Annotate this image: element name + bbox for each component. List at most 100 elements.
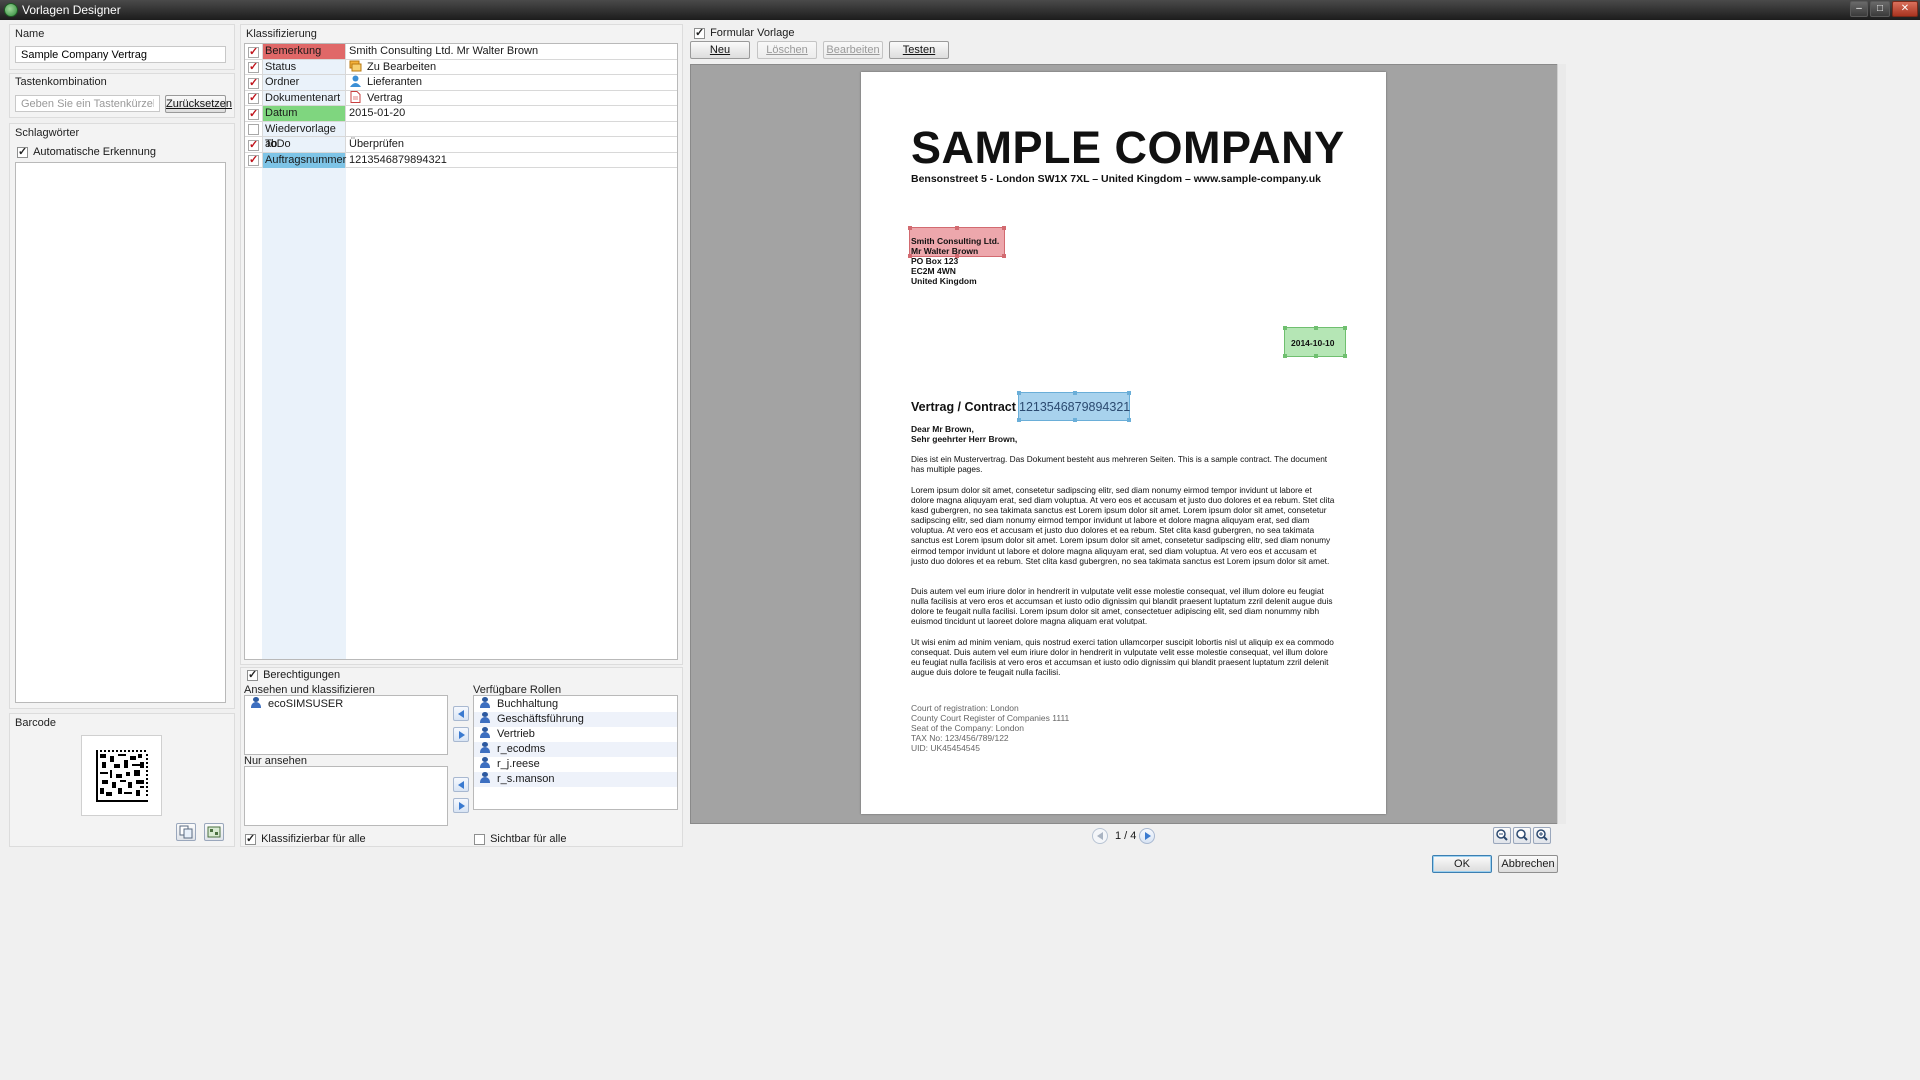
preview-scrollbar[interactable]: [1557, 64, 1566, 824]
list-item[interactable]: Geschäftsführung: [474, 712, 677, 727]
zoom-out-button[interactable]: [1493, 827, 1511, 844]
form-template-checkbox[interactable]: [694, 26, 705, 39]
app-icon: [4, 3, 18, 17]
classification-row[interactable]: Auftragsnummer1213546879894321: [245, 152, 677, 168]
field-value[interactable]: 2015-01-20: [349, 106, 405, 121]
keywords-label: Schlagwörter: [15, 127, 80, 139]
auto-detect-option[interactable]: Automatische Erkennung: [17, 145, 156, 158]
classification-row[interactable]: DokumentenartVertrag: [245, 90, 677, 106]
classification-row[interactable]: OrdnerLieferanten: [245, 75, 677, 91]
keywords-list[interactable]: [15, 162, 226, 703]
company-address: Bensonstreet 5 - London SW1X 7XL – Unite…: [911, 173, 1321, 185]
name-input[interactable]: [15, 46, 226, 63]
maximize-button[interactable]: □: [1870, 1, 1890, 17]
view-classify-list[interactable]: ecoSIMSUSER: [244, 695, 448, 755]
list-item[interactable]: r_ecodms: [474, 742, 677, 757]
next-page-button[interactable]: [1139, 828, 1155, 844]
minimize-button[interactable]: –: [1850, 1, 1868, 17]
close-button[interactable]: ✕: [1892, 1, 1918, 17]
document-icon: [350, 90, 361, 103]
field-checkbox[interactable]: [248, 60, 259, 74]
visible-all-checkbox[interactable]: [474, 833, 485, 845]
title-bar: Vorlagen Designer – □ ✕: [0, 0, 1920, 20]
field-value[interactable]: 1213546879894321: [349, 153, 447, 168]
classification-row[interactable]: BemerkungSmith Consulting Ltd. Mr Walter…: [245, 44, 677, 60]
field-checkbox[interactable]: [248, 153, 259, 167]
list-item[interactable]: r_s.manson: [474, 772, 677, 787]
field-value[interactable]: Überprüfen: [349, 137, 404, 152]
role-icon: [479, 772, 491, 783]
classification-row[interactable]: Datum2015-01-20: [245, 106, 677, 122]
reset-shortcut-button[interactable]: Zurücksetzen: [165, 95, 232, 113]
remove-from-classify-button[interactable]: [453, 727, 469, 742]
add-to-classify-button[interactable]: [453, 706, 469, 721]
test-button[interactable]: Testen: [889, 41, 949, 59]
field-value[interactable]: Smith Consulting Ltd. Mr Walter Brown: [349, 44, 538, 59]
ok-button[interactable]: OK: [1432, 855, 1492, 873]
classification-grid: BemerkungSmith Consulting Ltd. Mr Walter…: [244, 43, 678, 660]
list-item[interactable]: r_j.reese: [474, 757, 677, 772]
field-value[interactable]: Zu Bearbeiten: [349, 60, 436, 75]
new-button[interactable]: Neu: [690, 41, 750, 59]
paragraph: Dies ist ein Mustervertrag. Das Dokument…: [911, 454, 1328, 475]
shortcut-label: Tastenkombination: [15, 76, 107, 88]
barcode-image-icon: [207, 826, 221, 838]
list-item[interactable]: Vertrieb: [474, 727, 677, 742]
field-value[interactable]: Lieferanten: [349, 75, 422, 90]
remove-from-view-button[interactable]: [453, 798, 469, 813]
delete-button[interactable]: Löschen: [757, 41, 817, 59]
form-template-label: Formular Vorlage: [710, 27, 795, 39]
permissions-checkbox[interactable]: [247, 668, 258, 681]
add-to-view-button[interactable]: [453, 777, 469, 792]
shortcut-input[interactable]: [15, 95, 160, 112]
edit-button[interactable]: Bearbeiten: [823, 41, 883, 59]
copy-icon: [179, 825, 193, 839]
role-icon: [250, 697, 262, 708]
classification-row[interactable]: Wiedervorlage ab: [245, 121, 677, 150]
arrow-left-icon: [458, 710, 464, 718]
document-page: SAMPLE COMPANY Bensonstreet 5 - London S…: [861, 72, 1386, 814]
document-footer: Court of registration: London County Cou…: [911, 703, 1070, 754]
visible-all-option[interactable]: Sichtbar für alle: [474, 833, 567, 845]
field-name: Auftragsnummer: [262, 152, 346, 168]
field-name: Wiedervorlage ab: [262, 121, 346, 150]
field-checkbox[interactable]: [248, 138, 259, 151]
list-item[interactable]: ecoSIMSUSER: [245, 697, 447, 712]
classification-row[interactable]: StatusZu Bearbeiten: [245, 59, 677, 75]
classify-all-option[interactable]: Klassifizierbar für alle: [245, 832, 366, 845]
classification-label: Klassifizierung: [246, 28, 317, 40]
field-checkbox[interactable]: [248, 76, 259, 89]
classification-row[interactable]: ToDoÜberprüfen: [245, 137, 677, 153]
visible-all-label: Sichtbar für alle: [490, 833, 567, 845]
view-only-list[interactable]: [244, 766, 448, 826]
status-flag-icon: [349, 60, 362, 71]
company-name: SAMPLE COMPANY: [911, 122, 1345, 173]
form-template-option[interactable]: Formular Vorlage: [694, 26, 795, 39]
roles-list[interactable]: Buchhaltung Geschäftsführung Vertrieb r_…: [473, 695, 678, 810]
recipient-block: Smith Consulting Ltd. Mr Walter Brown PO…: [911, 236, 1000, 286]
role-icon: [479, 712, 491, 723]
previous-page-button[interactable]: [1092, 828, 1108, 844]
copy-barcode-button[interactable]: [176, 823, 196, 841]
zoom-fit-button[interactable]: [1513, 827, 1531, 844]
auto-detect-checkbox[interactable]: [17, 145, 28, 158]
window-title: Vorlagen Designer: [22, 3, 121, 17]
classify-all-checkbox[interactable]: [245, 832, 256, 845]
field-checkbox[interactable]: [248, 91, 259, 105]
field-name: Status: [262, 59, 346, 75]
field-checkbox[interactable]: [248, 45, 259, 58]
page-indicator: 1 / 4: [1115, 830, 1137, 842]
list-item[interactable]: Buchhaltung: [474, 697, 677, 712]
field-checkbox[interactable]: [248, 107, 259, 120]
paragraph: Ut wisi enim ad minim veniam, quis nostr…: [911, 637, 1334, 678]
cancel-button[interactable]: Abbrechen: [1498, 855, 1558, 873]
barcode-label: Barcode: [15, 717, 56, 729]
field-value[interactable]: Vertrag: [349, 90, 402, 106]
permissions-option[interactable]: Berechtigungen: [247, 668, 340, 681]
save-barcode-button[interactable]: [204, 823, 224, 841]
field-checkbox[interactable]: [248, 124, 259, 136]
field-name: Dokumentenart: [262, 90, 346, 106]
document-preview[interactable]: SAMPLE COMPANY Bensonstreet 5 - London S…: [690, 64, 1558, 824]
arrow-right-icon: [459, 802, 465, 810]
zoom-in-button[interactable]: [1533, 827, 1551, 844]
